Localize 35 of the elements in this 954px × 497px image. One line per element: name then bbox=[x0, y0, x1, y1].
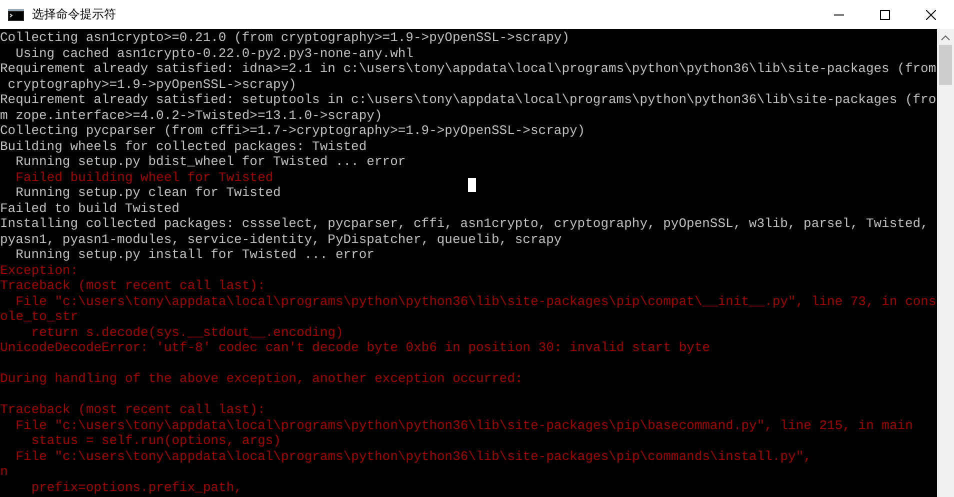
error-line: File "c:\users\tony\appdata\local\programs\python\python36\lib\site-packages\pip\compat\__init__.py", line 73, in cons bbox=[14, 294, 936, 308]
output-line: cryptography>=1.9->pyOpenSSL->scrapy) bbox=[6, 76, 296, 92]
output-line: pyasn1, pyasn1-modules, service-identity, PyDispatcher, queuelib, scrapy bbox=[0, 232, 562, 246]
close-icon bbox=[926, 10, 936, 20]
output-line: Running setup.py bdist_wheel for Twisted ... error bbox=[14, 154, 406, 169]
error-line: status = self.run(options, args) bbox=[30, 433, 281, 448]
output-line: Requirement already satisfied: idna>=2.1 in c:\users\tony\appdata\local\programs\python\python36\lib\site-packages (from bbox=[0, 61, 936, 76]
output-line: Requirement already satisfied: setuptools in c:\users\tony\appdata\local\programs\python\python36\lib\site-packages (fro bbox=[0, 92, 936, 107]
scroll-up-icon[interactable] bbox=[941, 35, 950, 41]
scroll-thumb[interactable] bbox=[939, 45, 952, 85]
output-line: Collecting pycparser (from cffi>=1.7->cryptography>=1.9->pyOpenSSL->scrapy) bbox=[0, 123, 586, 138]
error-line: return s.decode(sys.__stdout__.encoding) bbox=[30, 324, 344, 340]
error-line: ole_to_str bbox=[0, 309, 78, 324]
error-line: n bbox=[0, 464, 8, 479]
error-line: File "c:\users\tony\appdata\local\programs\python\python36\lib\site-packages\pip\basecommand.py", line 215, in main bbox=[14, 418, 913, 432]
error-line: Traceback (most recent call last): bbox=[0, 278, 266, 293]
error-line: Exception: bbox=[0, 262, 78, 278]
error-line: During handling of the above exception, another exception occurred: bbox=[0, 371, 523, 386]
error-line: UnicodeDecodeError: 'utf-8' codec can't decode byte 0xb6 in position 30: invalid start byte bbox=[0, 340, 710, 355]
error-line: Failed building wheel for Twisted bbox=[14, 170, 274, 184]
terminal-icon bbox=[8, 8, 24, 20]
output-line: m zope.interface>=4.0.2->Twisted>=13.1.0->scrapy) bbox=[0, 108, 382, 122]
maximize-icon bbox=[880, 10, 890, 20]
output-line: Running setup.py clean for Twisted bbox=[14, 185, 281, 200]
output-line: Collecting asn1crypto>=0.21.0 (from cryptography>=1.9->pyOpenSSL->scrapy) bbox=[0, 30, 570, 45]
error-line: prefix=options.prefix_path, bbox=[30, 480, 242, 494]
window-title: 选择命令提示符 bbox=[32, 6, 117, 23]
output-line: Installing collected packages: cssselect, pycparser, cffi, asn1crypto, cryptography, pyOpenSSL, w3lib, parsel, Twisted, bbox=[0, 216, 928, 231]
output-line: Building wheels for collected packages: Twisted bbox=[0, 138, 367, 154]
error-line: File "c:\users\tony\appdata\local\programs\python\python36\lib\site-packages\pip\commands\install.py", bbox=[14, 448, 812, 464]
output-line: Running setup.py install for Twisted ... error bbox=[14, 247, 374, 262]
error-line: Traceback (most recent call last): bbox=[0, 402, 266, 417]
output-line: Failed to build Twisted bbox=[0, 200, 180, 216]
scrollbar[interactable] bbox=[937, 29, 954, 497]
output-line: Using cached asn1crypto-0.22.0-py2.py3-none-any.whl bbox=[14, 46, 414, 60]
